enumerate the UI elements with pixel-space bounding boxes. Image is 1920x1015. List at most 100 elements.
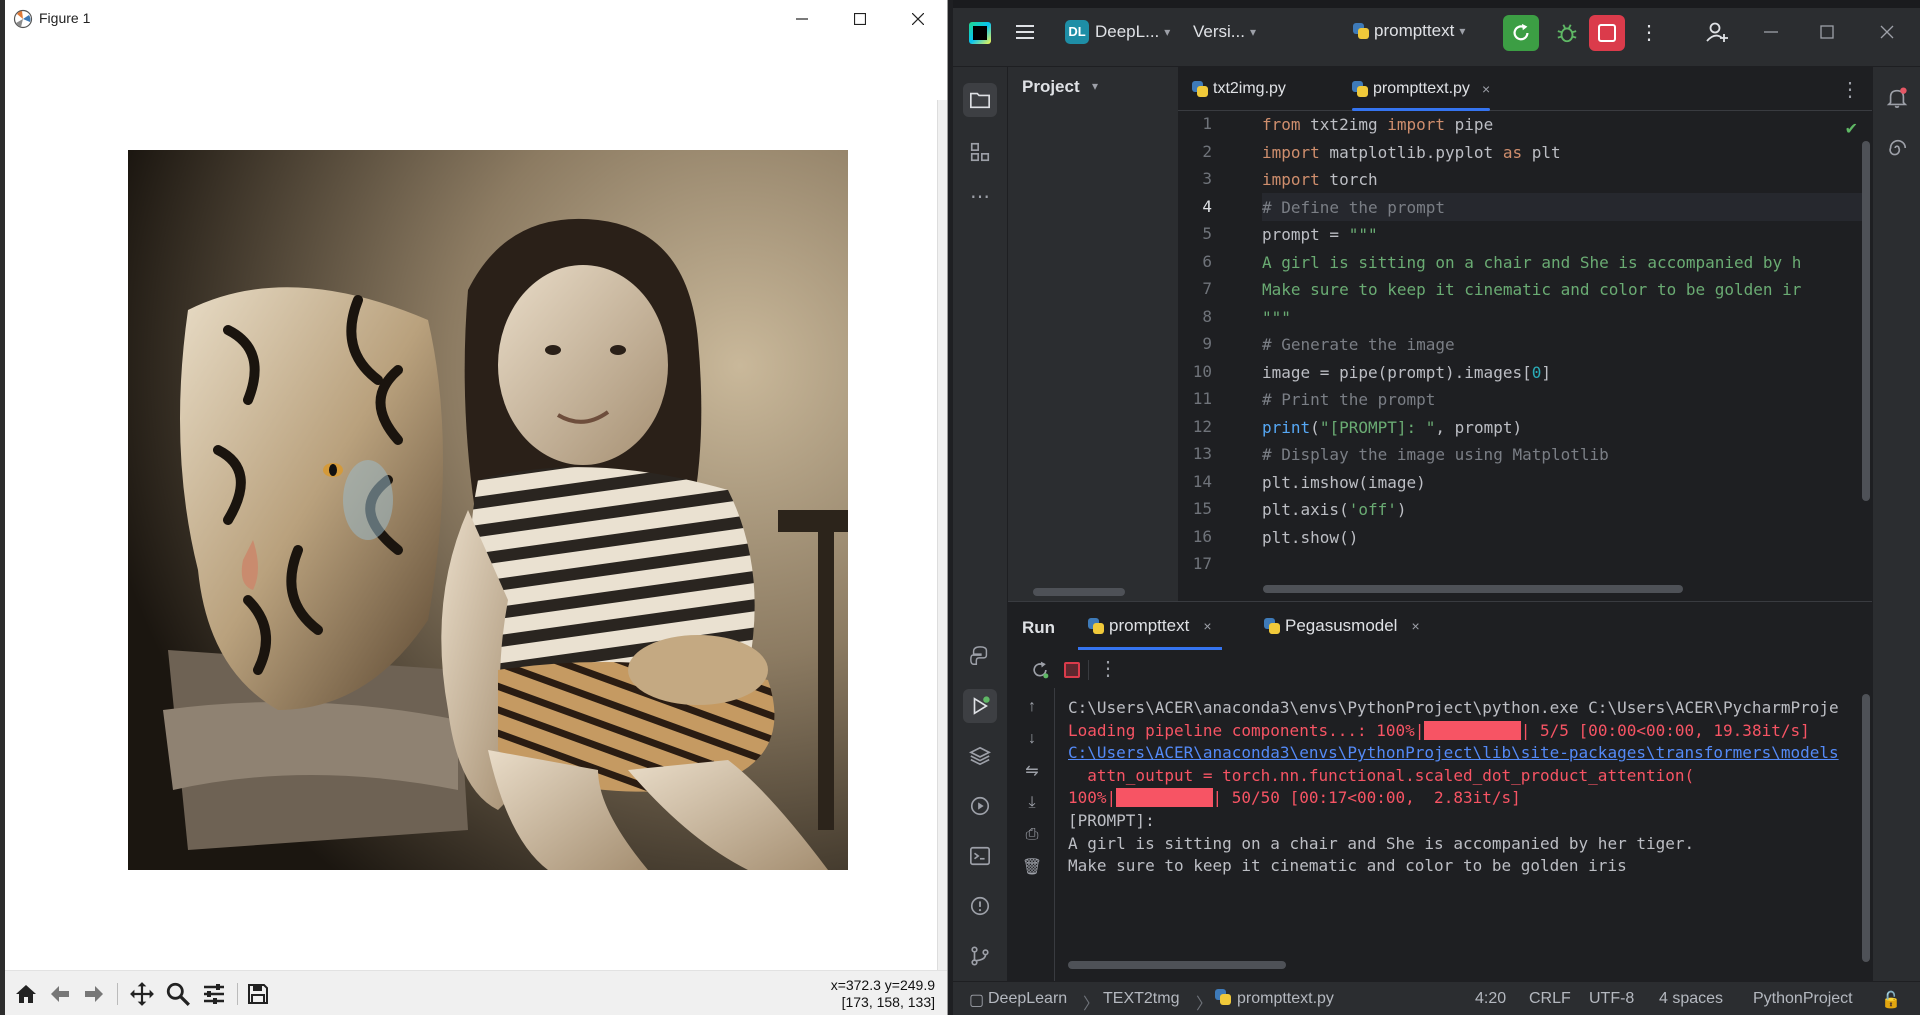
- ide-maximize-button[interactable]: [1817, 22, 1837, 42]
- breadcrumb-project[interactable]: DeepLearn: [988, 990, 1067, 1008]
- close-button[interactable]: [889, 0, 947, 38]
- python-console-button[interactable]: [963, 639, 997, 673]
- project-horizontal-scrollbar[interactable]: [1033, 588, 1125, 596]
- ide-minimize-button[interactable]: [1761, 22, 1781, 42]
- tab-prompttext[interactable]: prompttext.py ×: [1338, 67, 1504, 111]
- home-button[interactable]: [11, 979, 41, 1009]
- scroll-down-icon[interactable]: ↓: [1021, 728, 1043, 750]
- python-packages-button[interactable]: [963, 739, 997, 773]
- run-config-selector[interactable]: prompttext ▾: [1353, 21, 1465, 41]
- configure-button[interactable]: [199, 979, 229, 1009]
- no-problems-check-icon[interactable]: ✔: [1845, 119, 1858, 139]
- scroll-up-icon[interactable]: ↑: [1021, 696, 1043, 718]
- file-encoding[interactable]: UTF-8: [1589, 990, 1634, 1008]
- pan-button[interactable]: [127, 979, 157, 1009]
- code-line[interactable]: """: [1262, 304, 1291, 332]
- project-name: DeepL...: [1095, 22, 1160, 41]
- maximize-button[interactable]: [831, 0, 889, 38]
- code-line[interactable]: Make sure to keep it cinematic and color…: [1262, 276, 1801, 304]
- breadcrumb-file[interactable]: prompttext.py: [1237, 990, 1334, 1008]
- figure-titlebar[interactable]: Figure 1: [5, 0, 947, 38]
- python-interpreter[interactable]: PythonProject: [1753, 990, 1853, 1008]
- more-actions-icon[interactable]: ⋮: [1639, 20, 1659, 45]
- print-icon[interactable]: ⎙: [1021, 824, 1043, 846]
- more-tools-icon[interactable]: ⋯: [963, 179, 997, 213]
- code-line[interactable]: prompt = """: [1262, 221, 1378, 249]
- generated-image[interactable]: [128, 150, 848, 870]
- structure-tool-button[interactable]: [963, 135, 997, 169]
- code-line[interactable]: # Generate the image: [1262, 331, 1455, 359]
- code-line[interactable]: image = pipe(prompt).images[0]: [1262, 359, 1551, 387]
- more-actions-icon[interactable]: ⋮: [1098, 656, 1118, 681]
- back-button[interactable]: [45, 979, 75, 1009]
- soft-wrap-icon[interactable]: ⇋: [1021, 760, 1043, 782]
- zoom-button[interactable]: [163, 979, 193, 1009]
- matplotlib-app-icon: [13, 9, 33, 29]
- trash-icon[interactable]: 🗑: [1021, 856, 1043, 878]
- ai-assistant-button[interactable]: [1880, 131, 1914, 165]
- vcs-widget[interactable]: Versi... ▾: [1193, 22, 1256, 42]
- main-menu-button[interactable]: [1013, 20, 1037, 44]
- code-line[interactable]: # Display the image using Matplotlib: [1262, 441, 1609, 469]
- project-tool-button[interactable]: [963, 83, 997, 117]
- editor-horizontal-scrollbar[interactable]: [1263, 585, 1683, 593]
- services-button[interactable]: [963, 789, 997, 823]
- code-line[interactable]: print("[PROMPT]: ", prompt): [1262, 414, 1522, 442]
- code-line[interactable]: import matplotlib.pyplot as plt: [1262, 139, 1561, 167]
- close-tab-icon[interactable]: ×: [1411, 618, 1419, 634]
- code-line[interactable]: import torch: [1262, 166, 1378, 194]
- run-tool-button[interactable]: [963, 689, 997, 723]
- line-number: 8: [1202, 306, 1212, 326]
- notifications-button[interactable]: [1880, 81, 1914, 115]
- code-line[interactable]: plt.axis('off'): [1262, 496, 1407, 524]
- lock-icon[interactable]: 🔓: [1881, 990, 1901, 1010]
- code-with-me-button[interactable]: [1705, 20, 1729, 44]
- breadcrumb-folder[interactable]: TEXT2tmg: [1103, 990, 1179, 1008]
- code-token: (: [1310, 417, 1320, 437]
- scroll-to-end-icon[interactable]: ⤓: [1021, 792, 1043, 814]
- rerun-small-button[interactable]: [1030, 660, 1050, 685]
- figure-canvas[interactable]: [5, 38, 947, 970]
- code-line[interactable]: plt.imshow(image): [1262, 469, 1426, 497]
- console-vertical-scrollbar[interactable]: [1862, 694, 1870, 962]
- caret-position[interactable]: 4:20: [1475, 990, 1506, 1008]
- code-line[interactable]: # Print the prompt: [1262, 386, 1435, 414]
- close-tab-icon[interactable]: ×: [1203, 618, 1211, 634]
- run-console-output[interactable]: C:\Users\ACER\anaconda3\envs\PythonProje…: [1068, 694, 1868, 974]
- python-file-icon: [1264, 618, 1280, 634]
- terminal-button[interactable]: [963, 839, 997, 873]
- code-line[interactable]: from txt2img import pipe: [1262, 111, 1493, 139]
- run-tab-pegasusmodel[interactable]: Pegasusmodel ×: [1254, 602, 1430, 650]
- code-line[interactable]: A girl is sitting on a chair and She is …: [1262, 249, 1801, 277]
- tab-txt2img[interactable]: txt2img.py: [1178, 67, 1300, 111]
- forward-button[interactable]: [79, 979, 109, 1009]
- line-number: 16: [1192, 526, 1212, 546]
- tab-actions-icon[interactable]: ⋮: [1840, 77, 1860, 102]
- debug-button[interactable]: [1549, 15, 1585, 51]
- code-line[interactable]: # Define the prompt: [1262, 194, 1445, 222]
- stop-button[interactable]: [1589, 15, 1625, 51]
- git-button[interactable]: [963, 939, 997, 973]
- console-horizontal-scrollbar[interactable]: [1068, 961, 1286, 969]
- line-separator[interactable]: CRLF: [1529, 990, 1571, 1008]
- stop-small-button[interactable]: [1064, 662, 1080, 678]
- run-tool-window: Run prompttext × Pegasusmodel × ⋮ ↑ ↓ ⇋ …: [1008, 601, 1872, 982]
- save-button[interactable]: [243, 979, 273, 1009]
- project-switcher[interactable]: DL DeepL... ▾: [1065, 20, 1170, 44]
- code-area[interactable]: from txt2img import pipe import matplotli…: [1262, 111, 1872, 601]
- editor-vertical-scrollbar[interactable]: [1862, 141, 1870, 501]
- code-token: as: [1502, 142, 1523, 162]
- run-tab-prompttext[interactable]: prompttext ×: [1078, 602, 1222, 650]
- code-editor[interactable]: 1 2 3 4 5 6 7 8 9 10 11 12 13 14 15 16 17 from txt2img i…: [1178, 111, 1872, 601]
- figure-scrollbar[interactable]: [937, 100, 947, 1015]
- indent-setting[interactable]: 4 spaces: [1659, 990, 1723, 1008]
- ide-close-button[interactable]: [1877, 22, 1897, 42]
- code-token: , prompt): [1435, 417, 1523, 437]
- code-line[interactable]: plt.show(): [1262, 524, 1358, 552]
- problems-button[interactable]: [963, 889, 997, 923]
- close-tab-icon[interactable]: ×: [1482, 81, 1490, 97]
- minimize-button[interactable]: [773, 0, 831, 38]
- minimize-icon: [1764, 31, 1778, 33]
- project-panel-header[interactable]: Project ▾: [1008, 67, 1178, 103]
- rerun-button[interactable]: [1503, 15, 1539, 51]
